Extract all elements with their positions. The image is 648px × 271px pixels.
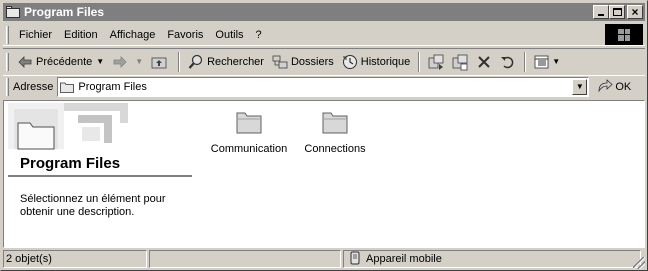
title-bar[interactable]: Program Files × xyxy=(3,3,645,21)
toolbar-grip[interactable] xyxy=(6,25,9,44)
folder-icon xyxy=(321,109,349,135)
toolbar-separator xyxy=(418,51,421,72)
undo-icon[interactable] xyxy=(499,53,517,71)
close-button[interactable]: × xyxy=(627,5,643,19)
minimize-button[interactable] xyxy=(593,5,609,19)
menu-affichage[interactable]: Affichage xyxy=(104,26,162,44)
folder-title: Program Files xyxy=(20,155,121,172)
menu-outils[interactable]: Outils xyxy=(209,26,249,44)
go-button[interactable]: OK xyxy=(597,78,632,96)
menu-edition[interactable]: Edition xyxy=(58,26,104,44)
toolbar-grip[interactable] xyxy=(6,52,9,71)
folder-icon xyxy=(60,81,75,93)
address-input[interactable]: Program Files ▼ xyxy=(57,77,590,97)
content-pane[interactable]: Program Files Sélectionnez un élément po… xyxy=(3,100,645,248)
object-count: 2 objet(s) xyxy=(6,253,52,265)
toolbar-grip[interactable] xyxy=(6,78,9,96)
back-label: Précédente xyxy=(36,55,93,68)
explorer-window: Program Files × Fichier Edition Affichag… xyxy=(0,0,648,271)
minimize-icon xyxy=(598,14,604,16)
folder-icon xyxy=(235,109,263,135)
address-label: Adresse xyxy=(13,81,54,93)
up-folder-button[interactable] xyxy=(147,51,174,73)
copy-to-icon[interactable] xyxy=(451,53,469,71)
file-name: Communication xyxy=(210,143,288,155)
views-dropdown-icon[interactable]: ▼ xyxy=(552,57,560,66)
menu-help[interactable]: ? xyxy=(250,26,268,44)
windows-flag-icon xyxy=(618,28,630,41)
file-item[interactable]: Connections xyxy=(290,109,380,155)
back-arrow-icon xyxy=(17,54,33,70)
close-icon: × xyxy=(631,5,639,19)
folders-tree-icon xyxy=(272,54,288,70)
folders-button[interactable]: Dossiers xyxy=(268,51,338,73)
status-object-count: 2 objet(s) xyxy=(3,250,147,268)
address-bar: Adresse Program Files ▼ OK xyxy=(3,75,645,98)
folder-banner-graphic xyxy=(8,103,128,150)
maximize-icon xyxy=(613,8,622,16)
standard-toolbar: Précédente ▼ ▼ Rechercher Dossiers Histo… xyxy=(3,48,645,74)
folder-up-icon xyxy=(151,54,167,70)
toolbar-separator xyxy=(524,51,527,72)
search-button[interactable]: Rechercher xyxy=(184,51,268,73)
status-empty-panel xyxy=(149,250,341,268)
zone-label: Appareil mobile xyxy=(366,253,442,265)
windows-logo xyxy=(605,24,643,45)
status-bar: 2 objet(s) Appareil mobile xyxy=(3,249,645,269)
folder-icon xyxy=(6,6,20,18)
toolbar-separator xyxy=(178,51,181,72)
move-to-icon[interactable] xyxy=(427,53,445,71)
file-item[interactable]: Communication xyxy=(204,109,294,155)
web-view-panel: Program Files Sélectionnez un élément po… xyxy=(8,103,192,245)
forward-button[interactable]: ▼ xyxy=(108,51,147,73)
search-icon xyxy=(188,54,204,70)
forward-arrow-icon xyxy=(112,54,128,70)
maximize-button[interactable] xyxy=(609,5,625,19)
search-label: Rechercher xyxy=(207,55,264,68)
go-arrow-icon xyxy=(597,78,613,96)
forward-dropdown-icon[interactable]: ▼ xyxy=(135,57,143,66)
back-dropdown-icon[interactable]: ▼ xyxy=(96,57,104,66)
address-value: Program Files xyxy=(78,81,147,93)
status-zone: Appareil mobile xyxy=(343,250,641,268)
delete-icon[interactable] xyxy=(475,53,493,71)
menu-favoris[interactable]: Favoris xyxy=(161,26,209,44)
go-label: OK xyxy=(615,81,632,93)
title-underline xyxy=(8,175,192,177)
mobile-device-icon xyxy=(350,251,360,268)
window-title: Program Files xyxy=(24,5,105,19)
history-button[interactable]: Historique xyxy=(338,51,415,73)
resize-grip[interactable] xyxy=(633,257,645,269)
history-icon xyxy=(342,54,358,70)
views-icon[interactable] xyxy=(533,53,551,71)
address-dropdown-button[interactable]: ▼ xyxy=(572,79,588,95)
menu-fichier[interactable]: Fichier xyxy=(13,26,58,44)
history-label: Historique xyxy=(360,55,411,68)
folders-label: Dossiers xyxy=(290,55,334,68)
file-name: Connections xyxy=(304,143,366,155)
back-button[interactable]: Précédente ▼ xyxy=(13,51,108,73)
menu-bar: Fichier Edition Affichage Favoris Outils… xyxy=(3,24,645,46)
folder-description: Sélectionnez un élément pour obtenir une… xyxy=(20,193,166,218)
